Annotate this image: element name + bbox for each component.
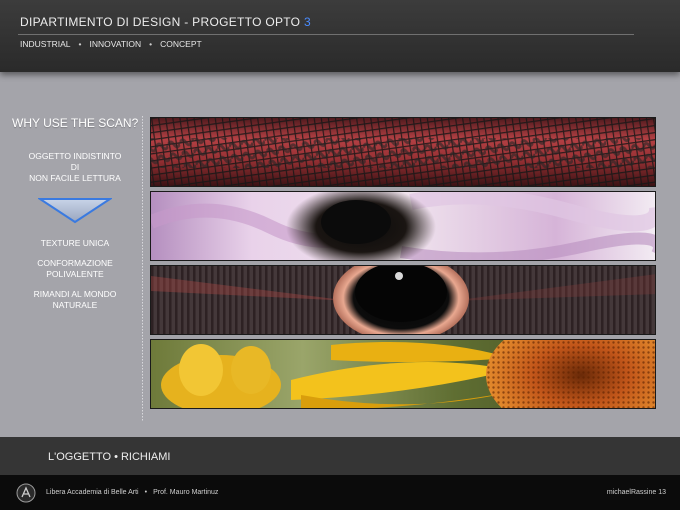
dotted-divider xyxy=(142,116,143,422)
point-line: POLIVALENTE xyxy=(46,269,104,279)
point-line: RIMANDI AL MONDO xyxy=(33,289,117,299)
point-line: DI xyxy=(70,162,80,172)
section-heading: WHY USE THE SCAN? xyxy=(12,116,139,130)
section-label: L'OGGETTO • RICHIAMI xyxy=(48,451,171,463)
point-multipurpose-form: CONFORMAZIONE POLIVALENTE xyxy=(10,258,140,280)
subnav-separator: • xyxy=(149,39,153,49)
pink-flower-scan-image xyxy=(150,191,656,261)
title-text: DIPARTIMENTO DI DESIGN - PROGETTO OPTO xyxy=(20,15,301,29)
subnav-innovation[interactable]: INNOVATION xyxy=(90,39,142,49)
bottom-bar: Libera Accademia di Belle Arti • Prof. M… xyxy=(0,475,680,510)
academy-logo-icon xyxy=(16,483,36,503)
subnav-industrial[interactable]: INDUSTRIAL xyxy=(20,39,71,49)
down-triangle-icon xyxy=(38,198,112,224)
point-line: NATURALE xyxy=(52,300,98,310)
point-indistinct-object: OGGETTO INDISTINTO DI NON FACILE LETTURA xyxy=(10,151,140,184)
title-number: 3 xyxy=(303,15,311,29)
subnav: INDUSTRIAL • INNOVATION • CONCEPT xyxy=(20,39,202,49)
point-line: OGGETTO INDISTINTO xyxy=(28,151,122,161)
professor-name: Prof. Mauro Martinuz xyxy=(153,489,219,496)
subnav-separator: • xyxy=(78,39,82,49)
credits-separator: • xyxy=(144,489,148,496)
point-line: NON FACILE LETTURA xyxy=(29,173,121,183)
point-line: CONFORMAZIONE xyxy=(37,258,113,268)
sunflower-scan-image xyxy=(150,339,656,409)
point-unique-texture: TEXTURE UNICA xyxy=(10,238,140,249)
academy-name: Libera Accademia di Belle Arti xyxy=(46,489,139,496)
page-title: DIPARTIMENTO DI DESIGN - PROGETTO OPTO 3 xyxy=(20,15,311,29)
red-mesh-scan-image xyxy=(150,117,656,187)
point-line: TEXTURE UNICA xyxy=(40,238,110,248)
radial-eye-scan-image xyxy=(150,265,656,335)
author-credit: michaelRassine 13 xyxy=(606,489,666,496)
section-footer: L'OGGETTO • RICHIAMI xyxy=(0,437,680,475)
point-natural-references: RIMANDI AL MONDO NATURALE xyxy=(10,289,140,311)
subnav-concept[interactable]: CONCEPT xyxy=(160,39,202,49)
header-bar: DIPARTIMENTO DI DESIGN - PROGETTO OPTO 3… xyxy=(0,0,680,72)
credits: Libera Accademia di Belle Arti • Prof. M… xyxy=(46,489,218,496)
header-divider xyxy=(18,34,634,35)
